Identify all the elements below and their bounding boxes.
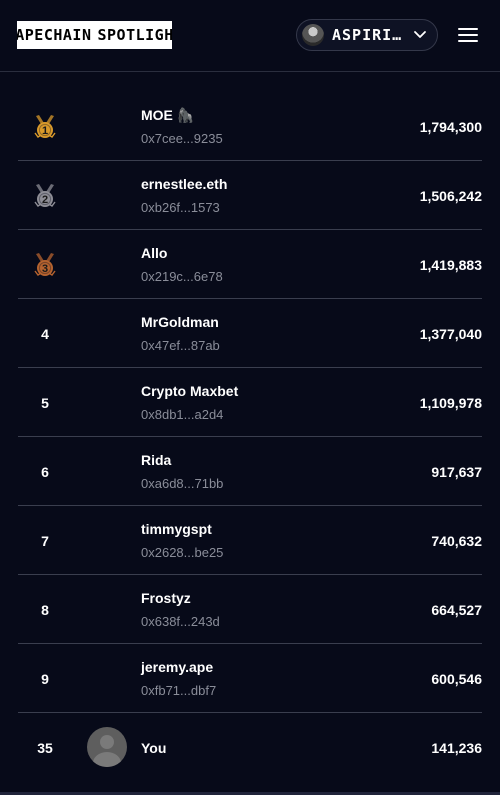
rank-number: 4 (41, 325, 49, 342)
wallet-address: 0x2628...be25 (141, 545, 224, 560)
logo-text-left: LAPECHAIN (17, 26, 92, 44)
leaderboard-row[interactable]: 8 Frostyz 0x638f...243d 664,527 (18, 575, 482, 644)
player-score: 1,506,242 (419, 187, 482, 204)
wallet-address: 0x7cee...9235 (141, 131, 223, 146)
top-header: LAPECHAIN SPOTLIGHT ASPIRI… (0, 0, 500, 72)
wallet-address: 0x47ef...87ab (141, 338, 220, 353)
player-score: 141,236 (431, 739, 482, 756)
leaderboard-list: 1 MOE 🦍 0x7cee...9235 1,794,300 2 ernestlee.e… (0, 92, 500, 782)
player-name: timmygspt (141, 521, 212, 537)
chevron-down-icon (414, 31, 426, 38)
current-user-row[interactable]: 35 You 141,236 (18, 713, 482, 782)
leaderboard-row[interactable]: 7 timmygspt 0x2628...be25 740,632 (18, 506, 482, 575)
leaderboard-row[interactable]: 2 ernestlee.eth 0xb26f...1573 1,506,242 (18, 161, 482, 230)
player-name: Allo (141, 245, 168, 261)
player-name: Crypto Maxbet (141, 383, 239, 399)
rank-number: 35 (37, 739, 53, 756)
leaderboard-row[interactable]: 3 Allo 0x219c...6e78 1,419,883 (18, 230, 482, 299)
medal-icon: 2 (18, 161, 72, 230)
leaderboard-row[interactable]: 1 MOE 🦍 0x7cee...9235 1,794,300 (18, 92, 482, 161)
rank-number: 9 (41, 670, 49, 687)
leaderboard-row[interactable]: 6 Rida 0xa6d8...71bb 917,637 (18, 437, 482, 506)
player-score: 664,527 (431, 601, 482, 618)
medal-icon: 3 (18, 230, 72, 299)
user-name: ASPIRI… (332, 26, 403, 44)
wallet-address: 0xa6d8...71bb (141, 476, 224, 491)
wallet-address: 0x8db1...a2d4 (141, 407, 224, 422)
leaderboard-row[interactable]: 4 MrGoldman 0x47ef...87ab 1,377,040 (18, 299, 482, 368)
user-avatar (302, 24, 324, 46)
player-name: ernestlee.eth (141, 176, 228, 192)
rank-number: 2 (42, 194, 48, 206)
wallet-address: 0xb26f...1573 (141, 200, 220, 215)
wallet-address: 0x219c...6e78 (141, 269, 223, 284)
rank-number: 6 (41, 463, 49, 480)
player-name: jeremy.ape (141, 659, 214, 675)
rank-number: 5 (41, 394, 49, 411)
rank-number: 1 (42, 125, 48, 137)
leaderboard-row[interactable]: 9 jeremy.ape 0xfb71...dbf7 600,546 (18, 644, 482, 713)
avatar (87, 727, 127, 767)
logo-text-right: SPOTLIGHT (97, 26, 173, 44)
wallet-address: 0x638f...243d (141, 614, 220, 629)
player-score: 1,794,300 (419, 118, 482, 135)
player-score: 1,109,978 (419, 394, 482, 411)
rank-number: 7 (41, 532, 49, 549)
player-name: Frostyz (141, 590, 191, 606)
player-score: 1,419,883 (419, 256, 482, 273)
account-menu-button[interactable]: ASPIRI… (296, 19, 438, 51)
player-name: MrGoldman (141, 314, 219, 330)
player-score: 740,632 (431, 532, 482, 549)
medal-icon: 1 (18, 92, 72, 161)
player-name: MOE 🦍 (141, 107, 195, 123)
app-logo[interactable]: LAPECHAIN SPOTLIGHT (17, 21, 172, 49)
rank-number: 3 (42, 263, 48, 275)
player-score: 917,637 (431, 463, 482, 480)
player-name: You (141, 739, 167, 756)
player-name: Rida (141, 452, 172, 468)
leaderboard-row[interactable]: 5 Crypto Maxbet 0x8db1...a2d4 1,109,978 (18, 368, 482, 437)
wallet-address: 0xfb71...dbf7 (141, 683, 217, 698)
rank-number: 8 (41, 601, 49, 618)
hamburger-icon[interactable] (456, 25, 480, 45)
player-score: 600,546 (431, 670, 482, 687)
player-score: 1,377,040 (419, 325, 482, 342)
